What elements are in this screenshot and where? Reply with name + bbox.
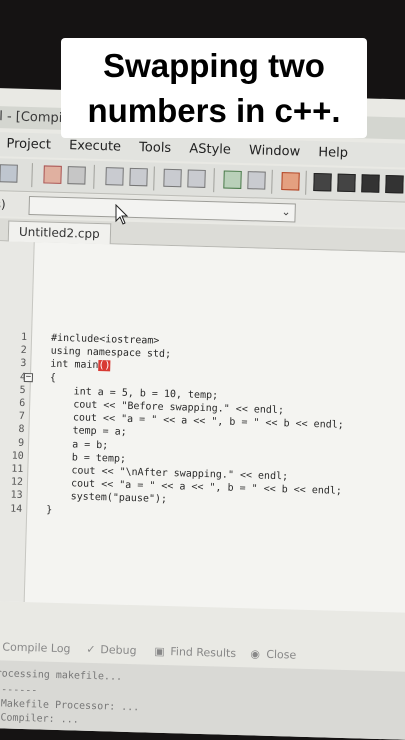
menu-astyle[interactable]: AStyle [189,137,231,162]
line-number: 5 [19,384,26,396]
menu-window[interactable]: Window [249,139,301,164]
code-line[interactable]: temp = a; [48,425,126,439]
line-number: 10 [11,450,24,462]
function-combo[interactable]: ⌄ [28,196,296,224]
code-line[interactable]: { [50,372,56,383]
line-number: 14 [10,503,23,515]
video-caption: Swapping two numbers in c++. [61,38,367,138]
code-line[interactable]: system("pause"); [46,491,168,506]
line-number: 11 [11,463,24,475]
bookmark-icon[interactable] [247,171,266,190]
code-line[interactable]: a = b; [48,438,108,451]
compile-icon[interactable] [0,164,18,183]
code-line[interactable]: #include<iostream> [51,333,160,347]
tab-compile-log[interactable]: Compile Log [2,636,71,660]
unindent-icon[interactable] [187,169,206,188]
line-number: 13 [10,490,23,502]
tab-debug[interactable]: Debug [100,639,137,662]
mouse-pointer-icon [115,204,129,225]
toolbar-separator [31,163,33,188]
panel-icon[interactable] [361,174,380,193]
combo-prefix: s) [0,197,6,212]
ide-window: l - [Compil Project Execute Tools AStyle… [0,88,405,740]
code-line[interactable]: using namespace std; [51,346,172,360]
log-line: Processing makefile... [0,668,123,683]
find-results-icon: ▣ [154,644,165,658]
indent-icon[interactable] [163,168,182,188]
line-number: 8 [18,424,25,436]
chevron-down-icon[interactable]: ⌄ [281,200,291,224]
log-line: - Compiler: ... [0,712,79,726]
log-line: - Makefile Processor: ... [0,698,140,714]
toolbar-separator [213,168,215,193]
code-line[interactable]: } [46,504,52,515]
goto-icon[interactable] [223,170,242,189]
replace-icon[interactable] [129,167,148,187]
undo-icon[interactable] [43,165,62,184]
toolbar-separator [271,169,273,194]
tab-find-results[interactable]: Find Results [170,641,236,665]
matched-paren-highlight: () [98,360,111,372]
layout-icon[interactable] [337,173,356,193]
line-number: 6 [19,397,26,409]
code-text: int main [50,359,99,372]
toolbar-separator [305,170,307,195]
grid-icon[interactable] [313,172,332,192]
toolbar-separator [93,164,95,189]
debug-icon: ✓ [86,642,96,657]
tab-untitled2[interactable]: Untitled2.cpp [7,220,112,245]
find-icon[interactable] [105,167,124,186]
close-icon: ◉ [250,647,261,661]
line-number: 3 [20,358,27,370]
redo-icon[interactable] [67,166,86,185]
menu-tools[interactable]: Tools [139,136,172,161]
line-number: 7 [18,411,25,423]
line-number: 2 [20,345,27,357]
menu-project[interactable]: Project [6,132,51,157]
compile-log: Processing makefile... -------- - Makefi… [0,659,405,740]
line-number: 9 [17,437,25,449]
shield-icon[interactable] [281,172,300,191]
code-line[interactable]: int main() [50,359,111,372]
log-line: -------- [0,684,38,697]
caption-line-2: numbers in c++. [87,92,341,129]
toolbar-separator [153,166,155,191]
line-number: 1 [20,331,28,344]
line-number: 12 [10,476,24,489]
caption-line-1: Swapping two [103,47,325,84]
code-editor[interactable]: 1 #include<iostream> 2 using namespace std;… [0,240,405,613]
tab-close[interactable]: Close [266,644,297,667]
code-line[interactable]: b = temp; [48,451,126,465]
menu-help[interactable]: Help [318,141,348,166]
fold-toggle-icon[interactable]: − [23,372,34,382]
window-icon[interactable] [385,174,404,194]
